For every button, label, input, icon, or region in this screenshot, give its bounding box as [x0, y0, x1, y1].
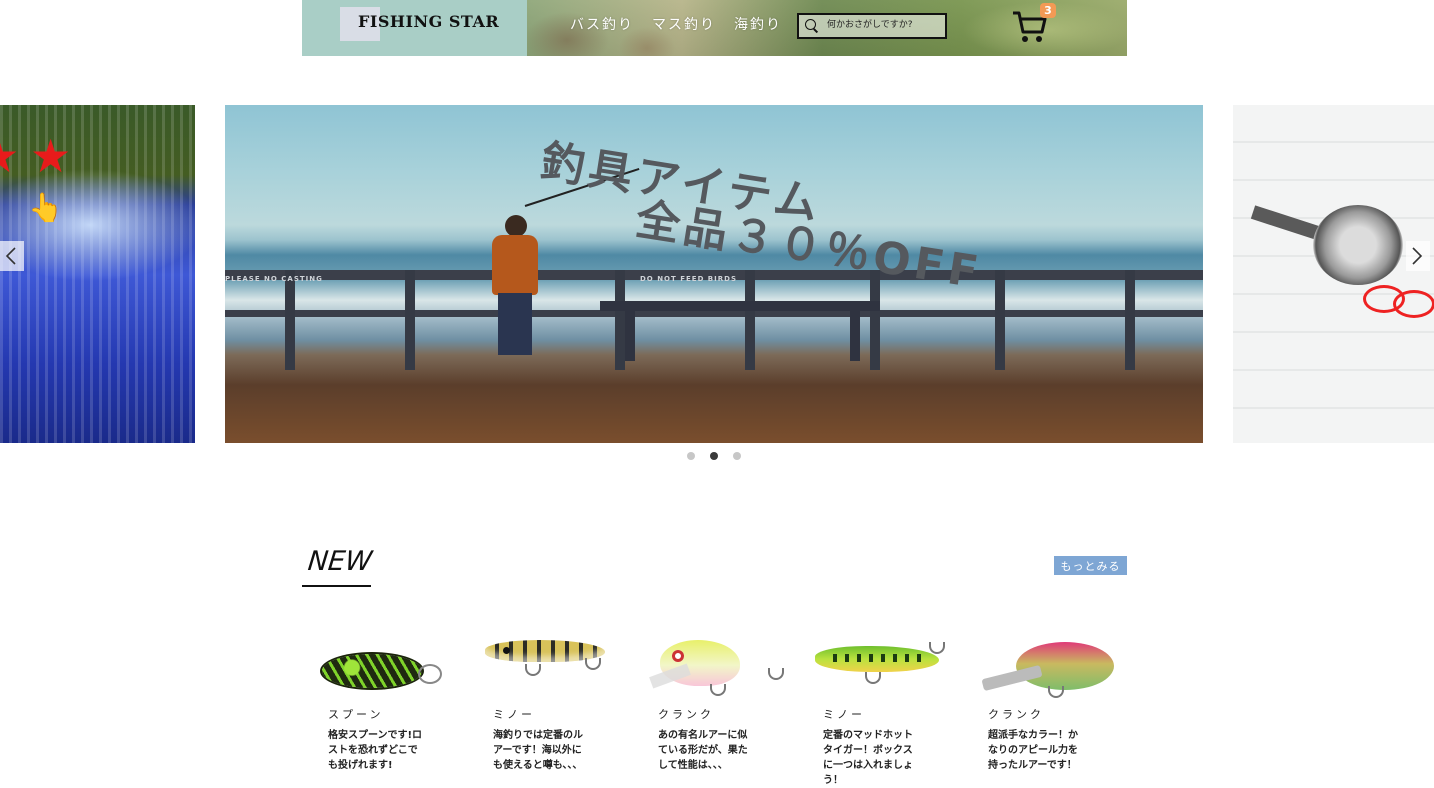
railing-sign-left: PLEASE NO CASTING	[225, 275, 323, 283]
railing-post	[1125, 270, 1135, 370]
spoon-lure	[322, 654, 422, 688]
product-image-spoon[interactable]	[320, 628, 460, 698]
railing-post	[995, 270, 1005, 370]
fishing-reel-photo	[1250, 165, 1434, 318]
bench-leg	[850, 311, 860, 361]
product-category: ミノー	[823, 708, 865, 721]
product-category: スプーン	[328, 708, 384, 721]
product-image-minnow[interactable]	[815, 628, 955, 698]
treble-hook	[585, 658, 601, 670]
reel-spool	[1313, 205, 1403, 285]
product-card[interactable]: ミノー 定番のマッドホットタイガー！ボックスに一つは入れましょう！	[815, 628, 965, 786]
section-title-underline	[302, 585, 371, 587]
railing-post	[285, 270, 295, 370]
nav-item-bass[interactable]: バス釣り	[570, 14, 634, 34]
carousel-pagination	[687, 452, 741, 460]
product-image-crank[interactable]	[649, 628, 790, 698]
section-title: NEW	[306, 546, 374, 577]
lure-lip	[981, 664, 1043, 692]
pier-railing-bar	[225, 310, 1203, 317]
product-image-minnow[interactable]	[485, 628, 625, 698]
fisherman-head	[505, 215, 527, 237]
bench	[600, 301, 880, 311]
pointing-hand-icon: 👆	[28, 191, 63, 224]
carousel-next-button[interactable]	[1406, 241, 1430, 271]
nav-item-sea[interactable]: 海釣り	[734, 14, 782, 34]
treble-hook	[929, 642, 945, 654]
lure-eye	[672, 650, 684, 662]
railing-post	[745, 270, 755, 370]
product-description: あの有名ルアーに似ている形だが、果たして性能は、、、	[658, 730, 748, 771]
product-category: クランク	[988, 708, 1044, 721]
product-category: クランク	[658, 708, 714, 721]
search-box	[797, 13, 947, 39]
nav-item-trout[interactable]: マス釣り	[652, 14, 716, 34]
railing-sign-center: DO NOT FEED BIRDS	[640, 275, 737, 283]
star-icon: ★	[30, 129, 72, 183]
cart-count-badge: 3	[1040, 3, 1056, 18]
fisherman-body	[492, 235, 538, 295]
treble-hook	[768, 668, 784, 680]
see-more-button[interactable]: もっとみる	[1054, 556, 1127, 575]
chevron-left-icon	[5, 247, 16, 265]
product-description: 海釣りでは定番のルアーです！海以外にも使えると噂も、、、	[493, 730, 583, 771]
search-input[interactable]	[827, 17, 939, 33]
tiger-stripes	[833, 654, 929, 662]
fisherman	[480, 215, 550, 355]
scissors-handle	[1393, 290, 1434, 318]
product-description: 格安スプーンです!ロストを恐れずどこでも投げれます!	[328, 730, 423, 771]
product-description: 超派手なカラー！かなりのアピール力を持ったルアーです！	[988, 730, 1078, 771]
cart-button[interactable]: 3	[1012, 3, 1056, 48]
carousel-dot-3[interactable]	[733, 452, 741, 460]
bench-leg	[625, 311, 635, 361]
product-card[interactable]: クランク あの有名ルアーに似ている形だが、果たして性能は、、、	[649, 628, 800, 771]
site-header: FISHING STAR バス釣り マス釣り 海釣り 3	[302, 0, 1127, 56]
product-card[interactable]: クランク 超派手なカラー！かなりのアピール力を持ったルアーです！	[980, 628, 1130, 771]
treble-hook	[1048, 686, 1064, 698]
carousel-slide-prev[interactable]: ★ ★ 👆	[0, 105, 195, 443]
product-card[interactable]: スプーン 格安スプーンです!ロストを恐れずどこでも投げれます!	[320, 628, 470, 771]
split-ring	[418, 664, 442, 684]
product-category: ミノー	[493, 708, 535, 721]
product-card[interactable]: ミノー 海釣りでは定番のルアーです！海以外にも使えると噂も、、、	[485, 628, 635, 771]
carousel-slide-active[interactable]: PLEASE NO CASTING DO NOT FEED BIRDS 釣具アイ…	[225, 105, 1203, 443]
treble-hook	[710, 684, 726, 696]
main-nav: バス釣り マス釣り 海釣り	[570, 14, 782, 34]
fisherman-legs	[498, 293, 532, 355]
carousel-dot-1[interactable]	[687, 452, 695, 460]
railing-post	[405, 270, 415, 370]
site-logo[interactable]: FISHING STAR	[358, 12, 499, 31]
product-image-crank[interactable]	[980, 628, 1120, 698]
chevron-right-icon	[1412, 247, 1423, 265]
carousel-prev-button[interactable]	[0, 241, 24, 271]
railing-post	[615, 270, 625, 370]
carousel-dot-2[interactable]	[710, 452, 718, 460]
product-description: 定番のマッドホットタイガー！ボックスに一つは入れましょう！	[823, 730, 913, 786]
star-icon: ★	[0, 133, 19, 179]
treble-hook	[865, 672, 881, 684]
treble-hook	[525, 664, 541, 676]
carousel-slide-next[interactable]	[1233, 105, 1434, 443]
search-icon[interactable]	[805, 19, 816, 30]
lure-eye	[503, 647, 510, 654]
